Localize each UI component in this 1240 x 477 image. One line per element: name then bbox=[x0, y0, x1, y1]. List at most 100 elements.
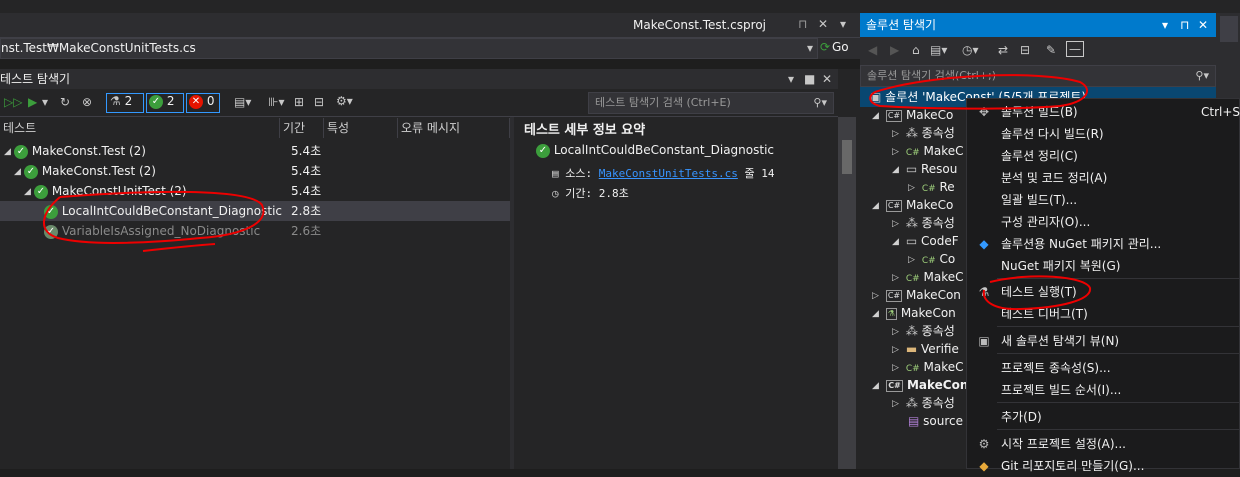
menu-item-build-order[interactable]: 프로젝트 빌드 순서(I)... bbox=[967, 379, 1240, 401]
forward-icon[interactable]: ▶ bbox=[890, 43, 899, 57]
close-icon[interactable]: ✕ bbox=[1198, 13, 1208, 37]
go-button[interactable]: Go bbox=[832, 40, 849, 54]
passed-count: 2 bbox=[166, 94, 175, 108]
window-position-icon[interactable]: ▾ bbox=[1162, 13, 1168, 37]
file-icon: ▤ bbox=[552, 167, 559, 180]
solution-explorer-toolbar: ◀ ▶ ⌂ ▤▾ ◷▾ ⇄ ⊟ ✎ — bbox=[860, 37, 1216, 65]
test-row[interactable]: ◢ ✓ MakeConst.Test (2) 5.4초 bbox=[0, 161, 510, 181]
pin-icon[interactable]: ⊓ bbox=[1180, 13, 1189, 37]
collapse-icon[interactable]: ◢ bbox=[24, 182, 34, 202]
test-duration: 2.8초 bbox=[291, 204, 322, 218]
menu-item-project-dependencies[interactable]: 프로젝트 종속성(S)... bbox=[967, 357, 1240, 379]
menu-item-set-startup[interactable]: ⚙ 시작 프로젝트 설정(A)... bbox=[967, 433, 1240, 455]
git-icon: ◆ bbox=[979, 459, 989, 473]
source-label: 소스: bbox=[565, 167, 593, 180]
tab-dropdown-icon[interactable]: ▾ bbox=[840, 17, 846, 31]
menu-item-restore-nuget[interactable]: NuGet 패키지 복원(G) bbox=[967, 255, 1240, 277]
source-file-link[interactable]: MakeConstUnitTests.cs bbox=[599, 167, 738, 180]
cancel-icon[interactable]: ⊗ bbox=[82, 95, 92, 109]
run-all-icon[interactable]: ▷▷ bbox=[4, 95, 22, 109]
tree-item[interactable]: ▷ ▬ Verifie bbox=[892, 340, 959, 358]
tree-item[interactable]: ▷ C# MakeCon bbox=[872, 286, 961, 304]
menu-item-config-manager[interactable]: 구성 관리자(O)... bbox=[967, 211, 1240, 233]
duration-value: 2.8초 bbox=[598, 187, 629, 200]
column-header-test[interactable]: 테스트 bbox=[0, 118, 280, 138]
settings-icon[interactable]: ⚙▾ bbox=[336, 94, 353, 108]
menu-item-add[interactable]: 추가(D) bbox=[967, 406, 1240, 428]
switch-view-icon[interactable]: ▤▾ bbox=[930, 43, 947, 57]
pass-icon: ✓ bbox=[44, 224, 58, 239]
properties-icon[interactable]: ✎ bbox=[1046, 43, 1056, 57]
menu-item-create-git-repo[interactable]: ◆ Git 리포지토리 만들기(G)... bbox=[967, 455, 1240, 477]
back-icon[interactable]: ◀ bbox=[868, 43, 877, 57]
tree-item[interactable]: ▷ ⁂ 종속성 bbox=[892, 394, 955, 412]
maximize-icon[interactable]: ■ bbox=[804, 69, 815, 89]
menu-item-batch-build[interactable]: 일괄 빌드(T)... bbox=[967, 189, 1240, 211]
menu-item-rebuild-solution[interactable]: 솔루션 다시 빌드(R) bbox=[967, 123, 1240, 145]
sync-icon[interactable]: ⇄ bbox=[998, 43, 1008, 57]
pin-icon[interactable]: ⊓ bbox=[798, 17, 807, 31]
group-by-icon[interactable]: ⊪▾ bbox=[268, 95, 284, 109]
side-tab[interactable] bbox=[1220, 16, 1238, 42]
close-icon[interactable]: ✕ bbox=[822, 69, 832, 89]
detail-source-row: ▤ 소스: MakeConstUnitTests.cs 줄 14 bbox=[552, 165, 774, 181]
column-header-duration[interactable]: 기간 bbox=[280, 118, 324, 138]
menu-item-run-tests[interactable]: ⚗ 테스트 실행(T) bbox=[967, 281, 1240, 303]
tree-item[interactable]: ▤ source bbox=[908, 412, 963, 430]
preview-icon[interactable]: — bbox=[1066, 41, 1084, 57]
duration-label: 기간: bbox=[565, 187, 593, 200]
fail-icon: ✕ bbox=[189, 94, 203, 109]
collapse-all-icon[interactable]: ⊟ bbox=[1020, 43, 1030, 57]
run-icon[interactable]: ▶ bbox=[28, 95, 37, 109]
flask-icon: ⚗ bbox=[110, 94, 121, 108]
tree-item[interactable]: ▷ ⁂ 종속성 bbox=[892, 322, 955, 340]
expand-all-icon[interactable]: ⊞ bbox=[294, 95, 304, 109]
column-header-traits[interactable]: 특성 bbox=[324, 118, 398, 138]
tree-item[interactable]: ▷ ⁂ 종속성 bbox=[892, 214, 955, 232]
menu-item-manage-nuget[interactable]: ◆ 솔루션용 NuGet 패키지 관리... bbox=[967, 233, 1240, 255]
collapse-icon[interactable]: ◢ bbox=[14, 162, 24, 182]
file-path-selector[interactable]: nst.Test₩MakeConstUnitTests.cs ▾ bbox=[0, 38, 818, 59]
window-position-icon[interactable]: ▾ bbox=[788, 69, 794, 89]
test-row-selected[interactable]: ✓ LocalIntCouldBeConstant_Diagnostic 2.8… bbox=[0, 201, 510, 221]
total-tests-filter[interactable]: ⚗ 2 bbox=[106, 93, 144, 113]
document-tab[interactable]: MakeConst.Test.csproj bbox=[623, 13, 794, 37]
collapse-icon[interactable]: ◢ bbox=[4, 142, 14, 162]
column-header-error[interactable]: 오류 메시지 bbox=[398, 118, 510, 138]
menu-item-analyze-cleanup[interactable]: 분석 및 코드 정리(A) bbox=[967, 167, 1240, 189]
tree-item[interactable]: ▷ C# Co bbox=[908, 250, 955, 268]
menu-item-new-solution-view[interactable]: ▣ 새 솔루션 탐색기 뷰(N) bbox=[967, 330, 1240, 352]
tree-item[interactable]: ◢ ▭ Resou bbox=[892, 160, 957, 178]
line-label: 줄 bbox=[744, 167, 755, 180]
close-tab-icon[interactable]: ✕ bbox=[818, 17, 828, 31]
solution-search-input[interactable]: 솔루션 탐색기 검색(Ctrl+;) ⚲▾ bbox=[860, 65, 1216, 87]
repeat-run-icon[interactable]: ↻ bbox=[60, 95, 70, 109]
test-search-input[interactable]: 테스트 탐색기 검색 (Ctrl+E) ⚲▾ bbox=[588, 92, 834, 114]
menu-item-build-solution[interactable]: ✥솔루션 빌드(B)Ctrl+Sh bbox=[967, 101, 1240, 123]
menu-item-debug-tests[interactable]: 테스트 디버그(T) bbox=[967, 303, 1240, 325]
test-row[interactable]: ◢ ✓ MakeConstUnitTest (2) 5.4초 bbox=[0, 181, 510, 201]
collapse-all-icon[interactable]: ⊟ bbox=[314, 95, 324, 109]
menu-item-clean-solution[interactable]: 솔루션 정리(C) bbox=[967, 145, 1240, 167]
tree-item[interactable]: ◢ ⚗ MakeCon bbox=[872, 304, 956, 322]
tree-item[interactable]: ◢ C# MakeCo bbox=[872, 196, 953, 214]
tree-item[interactable]: ▷ C# MakeC bbox=[892, 142, 963, 160]
pending-changes-icon[interactable]: ◷▾ bbox=[962, 43, 979, 57]
tree-item-startup[interactable]: ◢ C# MakeCons bbox=[872, 376, 976, 394]
failed-count: 0 bbox=[206, 94, 215, 108]
tree-item[interactable]: ▷ C# MakeC bbox=[892, 268, 963, 286]
passed-tests-filter[interactable]: ✓ 2 bbox=[146, 93, 184, 113]
test-row[interactable]: ◢ ✓ MakeConst.Test (2) 5.4초 bbox=[0, 141, 510, 161]
test-row[interactable]: ✓ VariableIsAssigned_NoDiagnostic 2.6초 bbox=[0, 221, 510, 241]
failed-tests-filter[interactable]: ✕ 0 bbox=[186, 93, 220, 113]
test-explorer-toolbar: ▷▷ ▶ ▾ ↻ ⊗ ⚗ 2 ✓ 2 ✕ 0 ▤▾ ⊪▾ ⊞ ⊟ ⚙▾ 테스트 … bbox=[0, 89, 838, 117]
tree-item[interactable]: ▷ C# Re bbox=[908, 178, 955, 196]
tree-item[interactable]: ▷ ⁂ 종속성 bbox=[892, 124, 955, 142]
run-dropdown-icon[interactable]: ▾ bbox=[42, 95, 48, 109]
playlist-icon[interactable]: ▤▾ bbox=[234, 95, 251, 109]
tree-item[interactable]: ▷ C# MakeC bbox=[892, 358, 963, 376]
tree-item[interactable]: ◢ ▭ CodeF bbox=[892, 232, 959, 250]
tree-item[interactable]: ◢ C# MakeCo bbox=[872, 106, 953, 124]
scrollbar-thumb[interactable] bbox=[842, 140, 852, 174]
home-icon[interactable]: ⌂ bbox=[912, 43, 920, 57]
